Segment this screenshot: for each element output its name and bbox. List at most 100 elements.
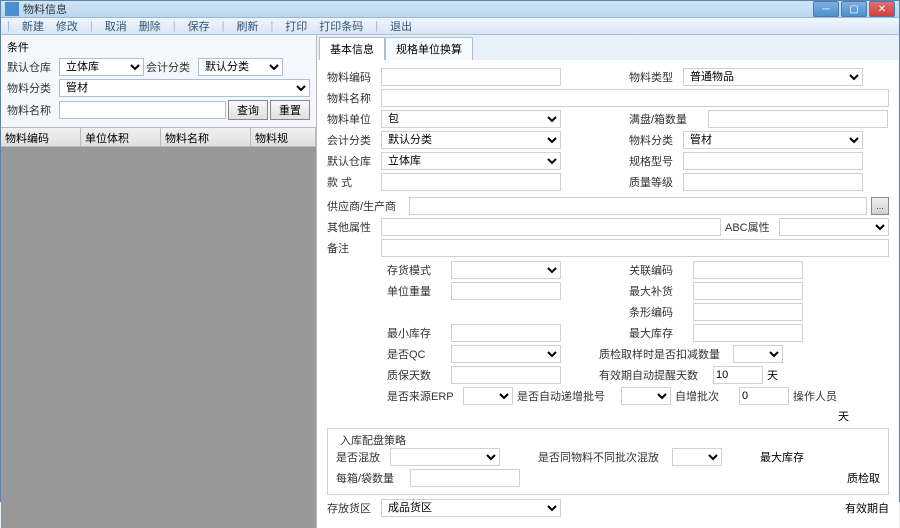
new-button[interactable]: 新建 [22,18,44,34]
mix-batch-select[interactable] [672,448,722,466]
tab-unit-convert[interactable]: 规格单位换算 [385,37,473,60]
other-attr-input[interactable] [381,218,721,236]
app-icon [5,2,19,16]
supplier-browse-button[interactable]: … [871,197,889,215]
app-window: 物料信息 ─ ▢ ✕ | 新建 修改 | 取消 删除 | 保存 | 刷新 | 打… [0,0,900,502]
tab-basic[interactable]: 基本信息 [319,37,385,60]
abc-label: ABC属性 [725,219,775,235]
title-bar: 物料信息 ─ ▢ ✕ [1,1,899,18]
filter-panel: 条件 默认仓库 立体库 会计分类 默认分类 物料分类 管材 物料名称 查询 重置 [1,35,316,127]
fname-label: 物料名称 [327,90,377,106]
type-select[interactable]: 普通物品 [683,68,863,86]
edit-button[interactable]: 修改 [56,18,78,34]
fname-input[interactable] [381,89,889,107]
acct-label: 会计分类 [146,59,196,75]
code-input[interactable] [381,68,561,86]
spec-label: 规格型号 [629,153,679,169]
barcode-input[interactable] [693,303,803,321]
allow-mix-label: 是否混放 [336,449,386,465]
wh-label: 默认仓库 [327,153,377,169]
auto-inc-input[interactable] [739,387,789,405]
warehouse-select[interactable]: 立体库 [59,58,144,76]
loc-label: 存放货区 [327,500,377,516]
grid-body[interactable] [1,147,316,528]
unit-select[interactable]: 包 [381,110,561,128]
max-stock2-label: 最大库存 [760,449,804,465]
maximize-button[interactable]: ▢ [841,1,867,17]
col-code[interactable]: 物料编码 [1,128,81,146]
supplier-input[interactable] [409,197,867,215]
col-volume[interactable]: 单位体积 [81,128,161,146]
name-label: 物料名称 [7,102,57,118]
is-qc-select[interactable] [451,345,561,363]
is-erp-select[interactable] [463,387,513,405]
reset-button[interactable]: 重置 [270,100,310,120]
window-title: 物料信息 [23,1,813,17]
style-label: 款 式 [327,174,377,190]
pallet-qty-input[interactable] [708,110,888,128]
min-stock-input[interactable] [451,324,561,342]
qc-deduct-label: 质检取样时是否扣减数量 [599,346,729,362]
per-box-label: 每箱/袋数量 [336,470,406,486]
max-stock-label: 最大库存 [629,325,689,341]
qc-deduct-select[interactable] [733,345,783,363]
unit-weight-input[interactable] [451,282,561,300]
type-label: 物料类型 [629,69,679,85]
unit-label: 物料单位 [327,111,377,127]
exit-button[interactable]: 退出 [390,18,412,34]
warranty-label: 质保天数 [387,367,447,383]
form-panel: 物料编码 物料类型 普通物品 物料名称 物料单位 包 满盘/箱数量 [317,60,899,528]
expiry-date-label: 有效期自 [845,500,889,516]
cancel-button[interactable]: 取消 [105,18,127,34]
other-attr-label: 其他属性 [327,219,377,235]
expiry-alert-label: 有效期自动提醒天数 [599,367,709,383]
save-button[interactable]: 保存 [188,18,210,34]
category-select[interactable]: 管材 [59,79,310,97]
wh-select[interactable]: 立体库 [381,152,561,170]
mix-batch-label: 是否同物料不同批次混放 [538,449,668,465]
style-input[interactable] [381,173,561,191]
barcode-label: 条形编码 [629,304,689,320]
spec-input[interactable] [683,152,863,170]
filter-title: 条件 [7,39,29,55]
stock-mode-label: 存货模式 [387,262,447,278]
allow-mix-select[interactable] [390,448,500,466]
pallet-legend: 入库配盘策略 [336,432,410,448]
per-box-input[interactable] [410,469,520,487]
auto-batch-select[interactable] [621,387,671,405]
auto-batch-label: 是否自动递增批号 [517,388,617,404]
minimize-button[interactable]: ─ [813,1,839,17]
col-spec[interactable]: 物料规 [251,128,316,146]
facct-select[interactable]: 默认分类 [381,131,561,149]
max-stock-input[interactable] [693,324,803,342]
operator-label: 操作人员 [793,388,853,404]
refresh-button[interactable]: 刷新 [236,18,258,34]
grid-header: 物料编码 单位体积 物料名称 物料规 [1,127,316,147]
name-input[interactable] [59,101,226,119]
auto-inc-label: 自增批次 [675,388,735,404]
warranty-input[interactable] [451,366,561,384]
max-supply-input[interactable] [693,282,803,300]
expiry-alert-input[interactable] [713,366,763,384]
close-button[interactable]: ✕ [869,1,895,17]
link-code-input[interactable] [693,261,803,279]
print-barcode-button[interactable]: 打印条码 [319,18,363,34]
remark-input[interactable] [381,239,889,257]
col-name[interactable]: 物料名称 [161,128,251,146]
left-pane: 条件 默认仓库 立体库 会计分类 默认分类 物料分类 管材 物料名称 查询 重置 [1,35,317,528]
grade-input[interactable] [683,173,863,191]
unit-weight-label: 单位重量 [387,283,447,299]
is-erp-label: 是否来源ERP [387,388,459,404]
is-qc-label: 是否QC [387,346,447,362]
min-stock-label: 最小库存 [387,325,447,341]
print-button[interactable]: 打印 [285,18,307,34]
delete-button[interactable]: 删除 [139,18,161,34]
right-pane: 基本信息 规格单位换算 物料编码 物料类型 普通物品 物料名称 [317,35,899,528]
acct-select[interactable]: 默认分类 [198,58,283,76]
stock-mode-select[interactable] [451,261,561,279]
fcat-label: 物料分类 [629,132,679,148]
remark-label: 备注 [327,240,377,256]
abc-select[interactable] [779,218,889,236]
query-button[interactable]: 查询 [228,100,268,120]
fcat-select[interactable]: 管材 [683,131,863,149]
